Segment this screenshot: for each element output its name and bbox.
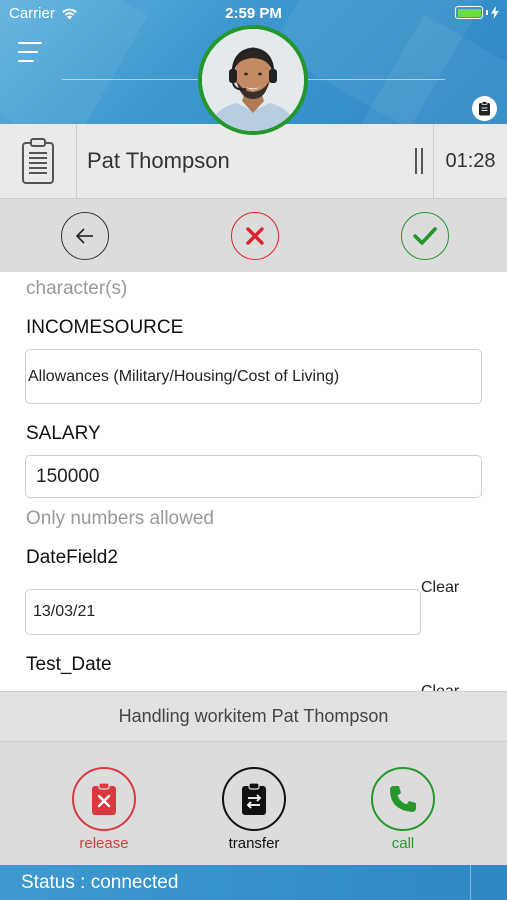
release-circle[interactable]	[72, 767, 136, 831]
salary-validation-hint: Only numbers allowed	[26, 508, 214, 529]
contact-name: Pat Thompson	[87, 148, 230, 173]
test-date-label: Test_Date	[26, 654, 112, 675]
datefield2-clear-button[interactable]: Clear	[421, 579, 459, 597]
incomesource-label: INCOMESOURCE	[26, 317, 184, 338]
discard-button[interactable]	[231, 211, 279, 260]
call-actions-bar: release transfer call	[0, 742, 507, 865]
transfer-label: transfer	[228, 835, 280, 852]
salary-input[interactable]: 150000	[25, 455, 482, 498]
handling-status-bar: Handling workitem Pat Thompson	[0, 691, 507, 742]
clipboard-icon	[479, 101, 490, 116]
battery-icon	[455, 6, 483, 19]
salary-label: SALARY	[26, 423, 101, 444]
release-clipboard-icon	[92, 782, 116, 815]
connection-status-bar: Status : connected	[0, 865, 507, 900]
close-icon	[246, 226, 264, 245]
connection-status-text: Status : connected	[21, 871, 179, 893]
test-date-clear-button[interactable]: Clear	[421, 683, 459, 691]
incomesource-field[interactable]: Allowances (Military/Housing/Cost of Liv…	[25, 349, 482, 404]
confirm-button[interactable]	[401, 211, 449, 260]
workitem-form[interactable]: character(s) INCOMESOURCE Allowances (Mi…	[0, 272, 507, 691]
handling-text: Handling workitem Pat Thompson	[118, 706, 389, 726]
arrow-left-icon	[75, 227, 93, 244]
checkmark-icon	[413, 226, 437, 245]
datefield2-label: DateField2	[26, 547, 118, 568]
incomesource-value: Allowances (Military/Housing/Cost of Liv…	[28, 367, 340, 385]
release-button[interactable]: release	[54, 767, 154, 852]
call-label: call	[391, 835, 415, 852]
form-action-bar	[0, 199, 507, 272]
clipboard-list-icon	[22, 138, 54, 184]
contact-header-row: Pat Thompson 01:28	[0, 124, 507, 199]
phone-icon	[390, 786, 416, 812]
call-circle[interactable]	[371, 767, 435, 831]
datefield2-input[interactable]: 13/03/21	[25, 589, 421, 635]
call-button[interactable]: call	[353, 767, 453, 852]
back-button[interactable]	[61, 211, 109, 260]
contact-name-cell: Pat Thompson	[77, 124, 433, 198]
pause-icon[interactable]	[415, 148, 423, 174]
charging-bolt-icon	[491, 6, 499, 19]
status-time: 2:59 PM	[225, 5, 282, 22]
battery-indicator	[455, 6, 499, 19]
ios-status-bar: Carrier 2:59 PM	[0, 0, 507, 28]
transfer-circle[interactable]	[222, 767, 286, 831]
clipboard-badge-button[interactable]	[472, 96, 497, 121]
transfer-button[interactable]: transfer	[204, 767, 304, 852]
datefield2-value: 13/03/21	[33, 603, 96, 620]
call-timer: 01:28	[433, 124, 507, 198]
character-count-hint: character(s)	[26, 278, 128, 299]
hamburger-menu-icon[interactable]	[18, 42, 42, 64]
salary-value: 150000	[36, 465, 100, 487]
agent-avatar-icon	[198, 25, 308, 135]
workitem-details-button[interactable]	[0, 124, 77, 198]
status-bar-divider	[470, 865, 471, 900]
transfer-clipboard-icon	[242, 782, 266, 815]
release-label: release	[79, 835, 129, 852]
